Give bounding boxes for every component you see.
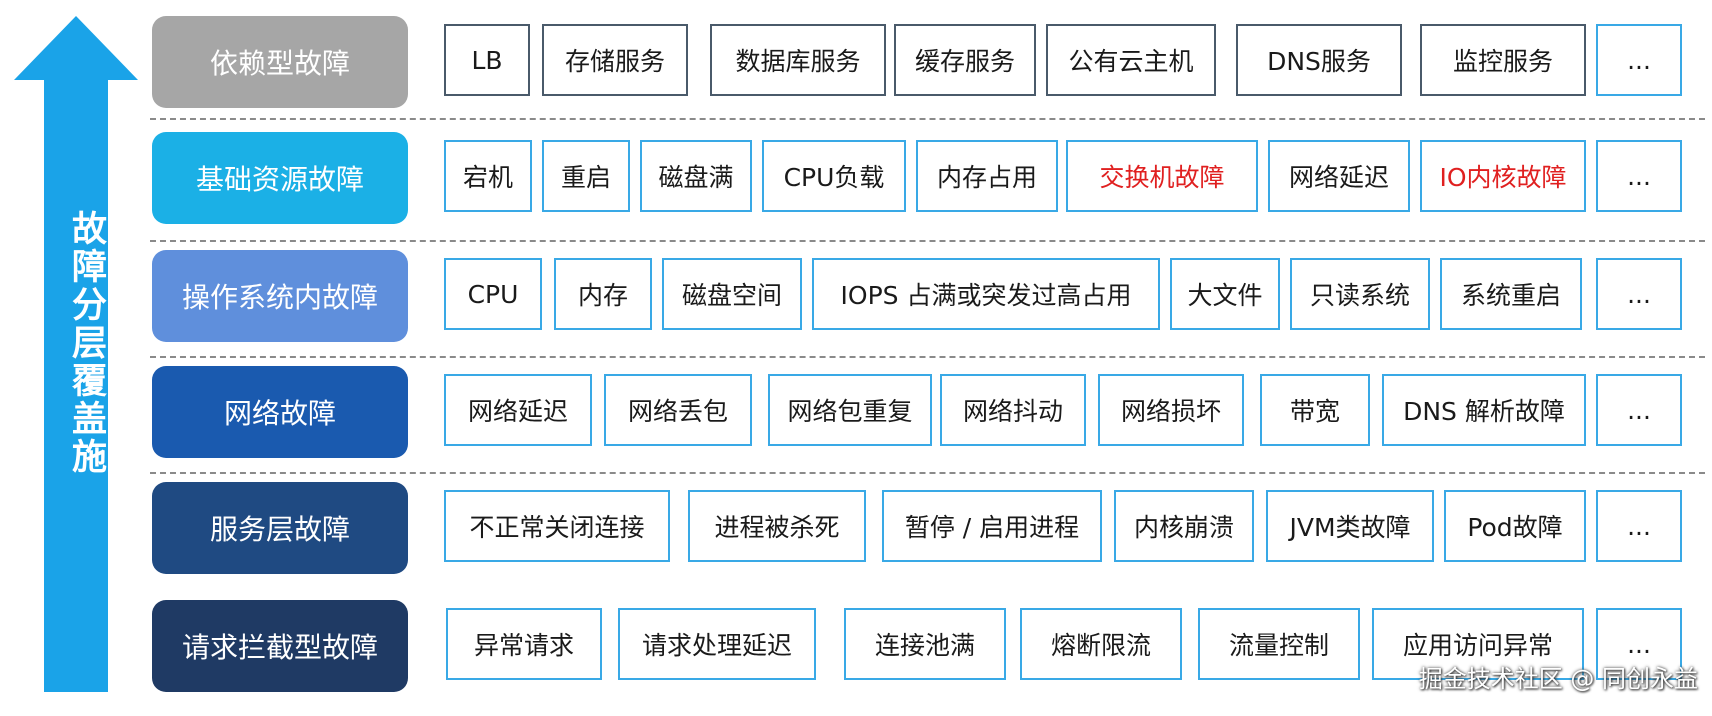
- layer-row-basic-resource: 基础资源故障 宕机 重启 磁盘满 CPU负载 内存占用 交换机故障 网络延迟 I…: [0, 132, 1712, 248]
- row-label: 网络故障: [152, 366, 408, 458]
- row-separator: [150, 118, 1705, 120]
- more-item: ...: [1596, 490, 1682, 562]
- fault-item: 系统重启: [1440, 258, 1582, 330]
- fault-item: 异常请求: [446, 608, 602, 680]
- fault-item: 网络抖动: [940, 374, 1086, 446]
- fault-item: 请求处理延迟: [618, 608, 816, 680]
- layer-row-network: 网络故障 网络延迟 网络丢包 网络包重复 网络抖动 网络损坏 带宽 DNS 解析…: [0, 366, 1712, 482]
- fault-item: DNS服务: [1236, 24, 1402, 96]
- fault-item-highlighted: 交换机故障: [1066, 140, 1258, 212]
- more-item: ...: [1596, 374, 1682, 446]
- fault-item: 公有云主机: [1046, 24, 1216, 96]
- fault-item: 流量控制: [1198, 608, 1360, 680]
- row-separator: [150, 356, 1705, 358]
- fault-item: 存储服务: [542, 24, 688, 96]
- fault-item: 连接池满: [844, 608, 1006, 680]
- fault-item: DNS 解析故障: [1382, 374, 1586, 446]
- fault-item: 内核崩溃: [1114, 490, 1254, 562]
- layer-row-os: 操作系统内故障 CPU 内存 磁盘空间 IOPS 占满或突发过高占用 大文件 只…: [0, 250, 1712, 366]
- fault-item: 网络损坏: [1098, 374, 1244, 446]
- layer-row-request-intercept: 请求拦截型故障 异常请求 请求处理延迟 连接池满 熔断限流 流量控制 应用访问异…: [0, 600, 1712, 716]
- row-label: 操作系统内故障: [152, 250, 408, 342]
- more-item: ...: [1596, 140, 1682, 212]
- row-separator: [150, 240, 1705, 242]
- fault-item: 网络延迟: [444, 374, 592, 446]
- fault-item: Pod故障: [1444, 490, 1586, 562]
- fault-item: 磁盘空间: [662, 258, 802, 330]
- fault-item: 暂停 / 启用进程: [882, 490, 1102, 562]
- more-item: ...: [1596, 258, 1682, 330]
- watermark: 掘金技术社区 @ 同创永益: [1418, 665, 1698, 693]
- row-label: 服务层故障: [152, 482, 408, 574]
- row-label: 依赖型故障: [152, 16, 408, 108]
- fault-item: 内存占用: [916, 140, 1058, 212]
- fault-item: 磁盘满: [640, 140, 752, 212]
- fault-item: 重启: [542, 140, 630, 212]
- fault-item: 数据库服务: [710, 24, 886, 96]
- fault-item: 网络延迟: [1268, 140, 1410, 212]
- row-label: 请求拦截型故障: [152, 600, 408, 692]
- row-label: 基础资源故障: [152, 132, 408, 224]
- fault-item: 不正常关闭连接: [444, 490, 670, 562]
- fault-item: CPU负载: [762, 140, 906, 212]
- fault-item: 只读系统: [1290, 258, 1430, 330]
- fault-item: 宕机: [444, 140, 532, 212]
- fault-item: CPU: [444, 258, 542, 330]
- fault-item: 网络包重复: [768, 374, 932, 446]
- fault-item: IOPS 占满或突发过高占用: [812, 258, 1160, 330]
- fault-item: 熔断限流: [1020, 608, 1182, 680]
- layer-row-dependency: 依赖型故障 LB 存储服务 数据库服务 缓存服务 公有云主机 DNS服务 监控服…: [0, 16, 1712, 132]
- more-item: ...: [1596, 24, 1682, 96]
- fault-item-highlighted: IO内核故障: [1420, 140, 1586, 212]
- fault-item: JVM类故障: [1266, 490, 1434, 562]
- fault-item: 缓存服务: [894, 24, 1036, 96]
- fault-item: 监控服务: [1420, 24, 1586, 96]
- fault-item: 带宽: [1260, 374, 1370, 446]
- row-separator: [150, 472, 1705, 474]
- fault-item: LB: [444, 24, 530, 96]
- fault-item: 网络丢包: [604, 374, 752, 446]
- fault-item: 内存: [554, 258, 652, 330]
- fault-item: 进程被杀死: [688, 490, 866, 562]
- fault-item: 大文件: [1170, 258, 1280, 330]
- layer-row-service: 服务层故障 不正常关闭连接 进程被杀死 暂停 / 启用进程 内核崩溃 JVM类故…: [0, 482, 1712, 598]
